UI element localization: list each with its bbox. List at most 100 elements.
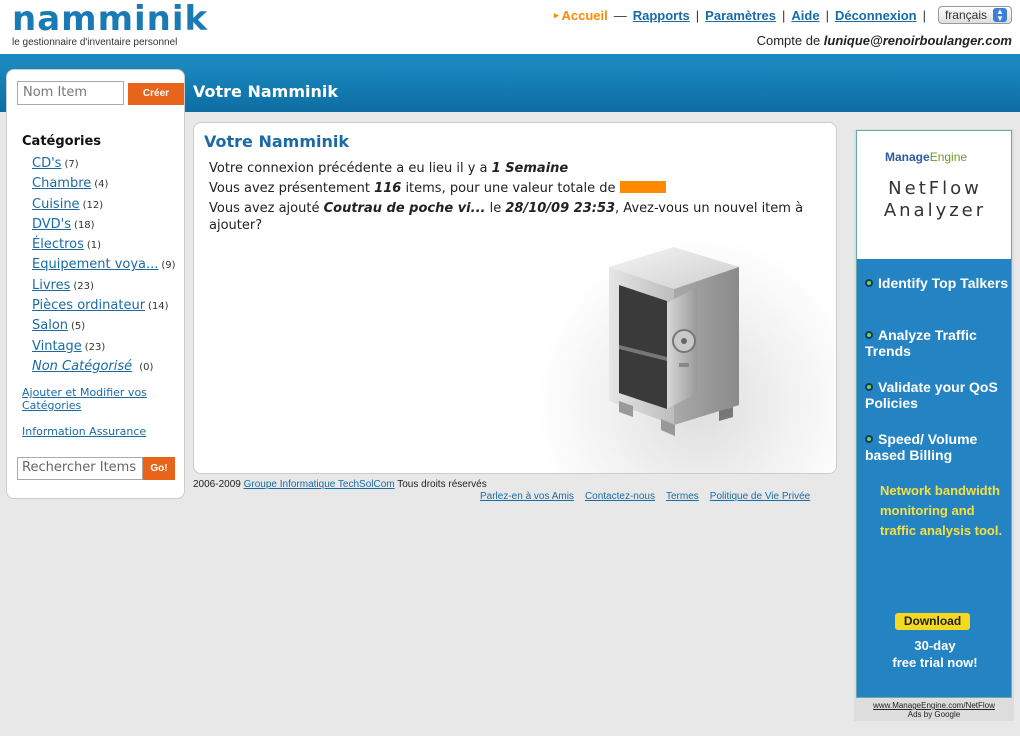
category-link-equipement[interactable]: Equipement voya... [32, 257, 158, 272]
category-count: (0) [139, 361, 154, 373]
category-link-non-categorise[interactable]: Non Catégorisé [32, 359, 132, 374]
bullet-icon [865, 383, 873, 391]
category-item: DVD's (18) [32, 215, 176, 235]
category-count: (12) [82, 199, 104, 211]
ad-product-line1: NetFlow [888, 178, 982, 199]
new-item-input[interactable]: Nom Item [17, 81, 124, 105]
category-link-salon[interactable]: Salon [32, 318, 68, 333]
panel-title: Votre Namminik [204, 132, 349, 151]
nav-accueil-label: Accueil [561, 7, 608, 23]
category-count: (5) [71, 321, 86, 333]
language-select[interactable]: français ▲ ▼ [937, 6, 1012, 24]
create-button[interactable]: Créer [128, 83, 184, 105]
category-count: (4) [94, 179, 109, 191]
category-link-chambre[interactable]: Chambre [32, 176, 91, 191]
ad-attribution: www.ManageEngine.com/NetFlow Ads by Googl… [856, 701, 1012, 719]
nav-parametres[interactable]: Paramètres [705, 8, 776, 23]
category-count: (23) [84, 341, 106, 353]
ad-download-button[interactable]: Download [895, 613, 970, 630]
nav-aide[interactable]: Aide [791, 8, 819, 23]
category-count: (18) [74, 219, 95, 231]
sidebar: Nom Item Créer Catégories CD's (7) Chambr… [6, 69, 185, 499]
summary-text: Votre connexion précédente a eu lieu il … [209, 160, 819, 237]
category-item: Equipement voya... (9) [32, 255, 176, 275]
category-link-cds[interactable]: CD's [32, 156, 61, 171]
item-count-value: 116 [374, 181, 402, 196]
page-header: namminik le gestionnaire d'inventaire pe… [0, 0, 1020, 54]
category-count: (7) [64, 159, 79, 170]
last-added-item[interactable]: Coutrau de poche vi... [324, 201, 486, 216]
footer-link-terms[interactable]: Termes [666, 491, 699, 502]
advertisement[interactable]: ManageEngine NetFlow Analyzer Starts at $… [856, 130, 1012, 698]
select-arrows-icon: ▲ ▼ [993, 8, 1007, 23]
ad-brand-a: Manage [885, 150, 930, 164]
category-count: (14) [148, 301, 169, 313]
ad-bullet: Identify Top Talkers [865, 275, 1010, 291]
category-item: Non Catégorisé (0) [32, 357, 176, 377]
manage-categories-link[interactable]: Ajouter et Modifier vos Catégories [22, 386, 172, 412]
ad-bullet-text: Analyze Traffic Trends [865, 327, 977, 359]
categories-heading: Catégories [22, 134, 102, 149]
nav-separator: | [922, 7, 926, 23]
search-items-input[interactable]: Rechercher Items [17, 457, 143, 480]
ad-product-name: NetFlow Analyzer [857, 178, 1011, 222]
last-login-prefix: Votre connexion précédente a eu lieu il … [209, 161, 488, 176]
category-count: (23) [73, 280, 94, 292]
nav-deconnexion[interactable]: Déconnexion [835, 8, 917, 23]
bullet-icon [865, 279, 873, 287]
ads-by-google[interactable]: Ads by Google [908, 710, 960, 719]
footer-links: Parlez-en à vos Amis Contactez-nous Term… [480, 491, 810, 502]
main-panel: Votre Namminik Votre connexion précédent… [193, 122, 837, 474]
footer-link-privacy[interactable]: Politique de Vie Privée [710, 491, 810, 502]
ad-bullet-text: Validate your QoS Policies [865, 379, 998, 411]
ad-product-line2: Analyzer [883, 200, 987, 221]
footer-link-contact[interactable]: Contactez-nous [585, 491, 655, 502]
category-count: (1) [86, 240, 102, 252]
tagline: le gestionnaire d'inventaire personnel [12, 37, 178, 48]
nav-separator: | [695, 7, 700, 23]
category-link-vintage[interactable]: Vintage [32, 339, 82, 354]
nav-dash: — [613, 7, 627, 23]
category-link-electros[interactable]: Électros [32, 237, 84, 252]
category-item: Chambre (4) [32, 174, 176, 194]
category-item: Vintage (23) [32, 337, 176, 357]
footer-company-link[interactable]: Groupe Informatique TechSolCom [244, 479, 395, 490]
footer-copyright: 2006-2009 Groupe Informatique TechSolCom… [193, 479, 487, 490]
category-link-dvds[interactable]: DVD's [32, 217, 71, 232]
band-stripe [0, 54, 1020, 68]
category-list: CD's (7) Chambre (4) Cuisine (12) DVD's (18)… [32, 154, 176, 377]
ad-trial-line1: 30-day [914, 638, 956, 653]
ad-brand-logo: ManageEngine [885, 150, 967, 164]
ad-bullet: Analyze Traffic Trends [865, 327, 1010, 359]
ad-url-link[interactable]: www.ManageEngine.com/NetFlow [873, 701, 995, 710]
category-item: Livres (23) [32, 276, 176, 296]
category-link-cuisine[interactable]: Cuisine [32, 197, 80, 212]
last-added-prefix: Vous avez ajouté [209, 201, 320, 216]
ad-bullet: Validate your QoS Policies [865, 379, 1010, 411]
nav-separator: | [825, 7, 829, 23]
search-go-button[interactable]: Go! [143, 457, 175, 480]
ad-bullet-text: Identify Top Talkers [878, 275, 1009, 291]
namminik-logo[interactable]: namminik [12, 0, 208, 38]
bullet-icon [865, 435, 873, 443]
category-link-livres[interactable]: Livres [32, 278, 70, 293]
information-assurance-link[interactable]: Information Assurance [22, 425, 146, 438]
category-item: Électros (1) [32, 235, 176, 255]
band-title: Votre Namminik [193, 82, 338, 101]
last-added-line: Vous avez ajouté Coutrau de poche vi... … [209, 200, 819, 234]
nav-accueil[interactable]: ▸ Accueil [554, 8, 608, 23]
nav-rapports[interactable]: Rapports [633, 8, 690, 23]
category-item: Cuisine (12) [32, 195, 176, 215]
account-prefix: Compte de [756, 33, 821, 48]
item-count-line: Vous avez présentement 116 items, pour u… [209, 180, 819, 197]
category-item: Pièces ordinateur (14) [32, 296, 176, 316]
last-login-value: 1 Semaine [491, 161, 569, 176]
item-count-middle: items, pour une valeur totale de [405, 181, 616, 196]
account-email: lunique@renoirboulanger.com [823, 33, 1012, 48]
footer-link-share[interactable]: Parlez-en à vos Amis [480, 491, 574, 502]
ad-description: Network bandwidth monitoring and traffic… [880, 483, 1003, 538]
category-link-pieces[interactable]: Pièces ordinateur [32, 298, 145, 313]
language-value: français [944, 8, 987, 22]
category-count: (9) [161, 260, 176, 272]
ad-trial-line2: free trial now! [892, 655, 978, 670]
